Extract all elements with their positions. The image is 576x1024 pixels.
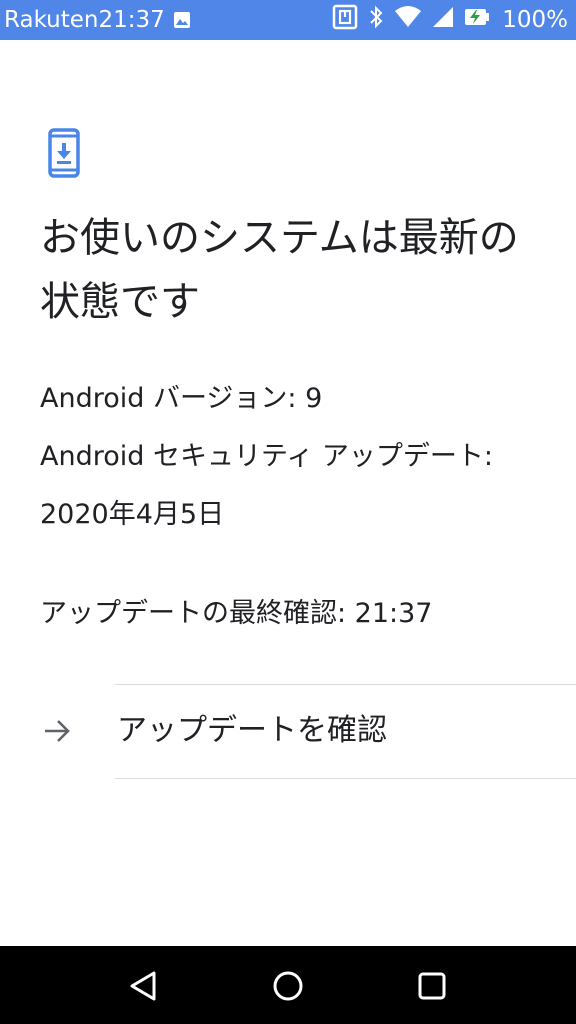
phone-download-icon [48, 128, 80, 178]
battery-percent: 100% [502, 7, 568, 33]
divider-bottom [115, 778, 576, 779]
signal-icon [432, 6, 454, 34]
image-icon [173, 11, 191, 29]
status-time: 21:37 [98, 7, 165, 33]
last-check-time: アップデートの最終確認: 21:37 [40, 598, 433, 629]
page-title: お使いのシステムは最新の状態です [40, 215, 519, 325]
recents-button[interactable] [412, 966, 452, 1006]
home-button[interactable] [268, 966, 308, 1006]
wifi-icon [394, 6, 422, 34]
bluetooth-icon [368, 5, 384, 35]
battery-charging-icon [464, 6, 490, 34]
arrow-right-icon [42, 718, 72, 744]
nfc-icon [332, 4, 358, 36]
version-info: Android バージョン: 9 Android セキュリティ アップデート: … [40, 370, 550, 544]
status-right: 100% [332, 4, 576, 36]
check-for-update-button[interactable]: アップデートを確認 [0, 685, 576, 778]
carrier-name: Rakuten [4, 7, 99, 33]
android-version: Android バージョン: 9 [40, 383, 323, 414]
back-button[interactable] [124, 966, 164, 1006]
system-update-screen: Rakuten 21:37 100% お使いのシステムは最新の状態です Andr… [0, 0, 576, 1024]
status-bar: Rakuten 21:37 100% [0, 0, 576, 40]
check-for-update-label: アップデートを確認 [117, 713, 387, 748]
status-left: Rakuten 21:37 [0, 7, 191, 33]
navigation-bar [0, 946, 576, 1024]
security-update-date: Android セキュリティ アップデート: 2020年4月5日 [40, 441, 494, 530]
recents-icon [418, 972, 446, 1000]
back-icon [130, 971, 156, 1001]
home-icon [273, 971, 303, 1001]
